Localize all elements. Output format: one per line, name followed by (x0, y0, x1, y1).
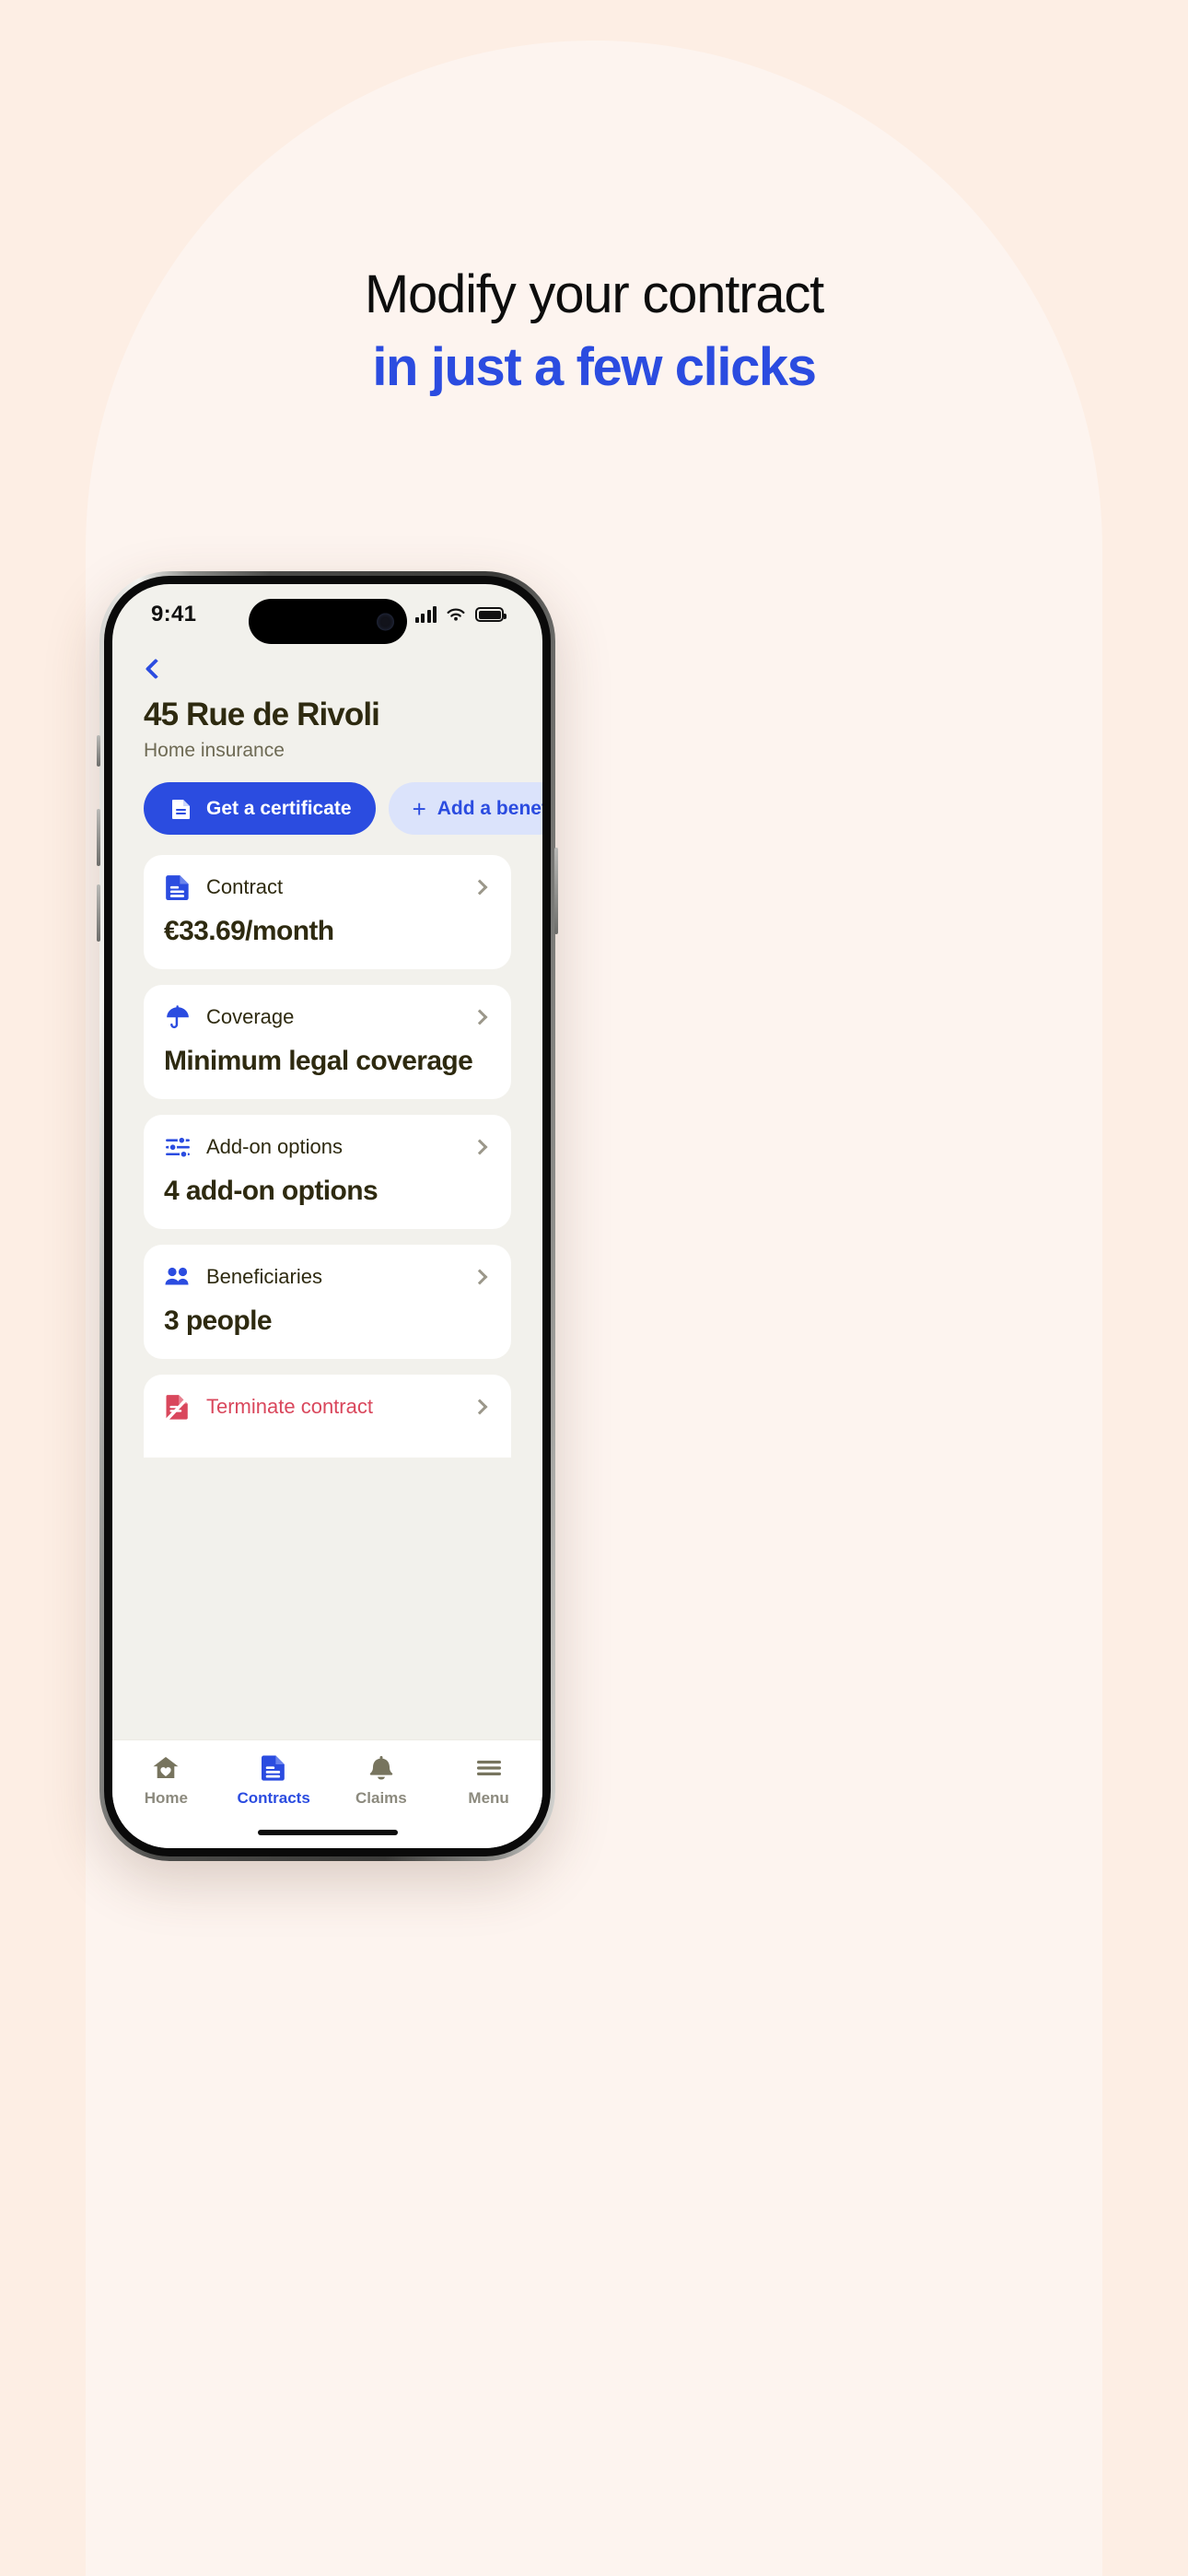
phone-body: 9:41 45 Rue de Rivoli Home insurance Get… (97, 571, 558, 1861)
tab-claims[interactable]: Claims (328, 1753, 436, 1808)
silent-switch[interactable] (97, 735, 100, 767)
cellular-signal-icon (414, 606, 437, 623)
chevron-right-icon (472, 1399, 488, 1415)
tab-menu[interactable]: Menu (435, 1753, 542, 1808)
wifi-icon (447, 608, 465, 621)
home-heart-icon (152, 1753, 180, 1782)
phone-bezel: 9:41 45 Rue de Rivoli Home insurance Get… (104, 576, 551, 1856)
umbrella-icon (164, 1003, 192, 1031)
back-button[interactable] (145, 658, 167, 680)
battery-full-icon (475, 607, 507, 622)
front-camera-icon (376, 613, 394, 630)
page-title: 45 Rue de Rivoli (144, 697, 380, 732)
promo-headline-line-1: Modify your contract (364, 264, 824, 324)
app-content: 45 Rue de Rivoli Home insurance Get a ce… (112, 645, 542, 1848)
chevron-right-icon (472, 1139, 488, 1155)
tab-contracts[interactable]: Contracts (220, 1753, 328, 1808)
document-icon (164, 873, 192, 901)
get-certificate-button[interactable]: Get a certificate (144, 782, 376, 835)
phone-screen: 9:41 45 Rue de Rivoli Home insurance Get… (112, 584, 542, 1848)
status-bar-indicators (414, 606, 507, 623)
promo-headline: Modify your contract in just a few click… (0, 263, 1188, 400)
tab-home-label: Home (144, 1789, 188, 1807)
plus-icon: + (412, 794, 426, 823)
power-button[interactable] (554, 848, 558, 934)
phone-mockup: 9:41 45 Rue de Rivoli Home insurance Get… (97, 571, 1092, 1861)
page-subtitle: Home insurance (144, 740, 285, 761)
coverage-card-label: Coverage (206, 1005, 295, 1028)
volume-down-button[interactable] (97, 884, 100, 942)
contract-card-value: €33.69/month (164, 916, 334, 946)
hamburger-icon (475, 1753, 503, 1782)
document-icon (168, 795, 195, 823)
add-beneficiary-label: Add a beneficiary (437, 797, 542, 819)
terminate-contract-label: Terminate contract (206, 1395, 373, 1418)
addon-options-card-value: 4 add-on options (164, 1176, 379, 1206)
document-cancel-icon (164, 1393, 192, 1421)
addon-options-card[interactable]: Add-on options 4 add-on options (144, 1115, 511, 1229)
terminate-contract-row[interactable]: Terminate contract (144, 1375, 511, 1458)
get-certificate-label: Get a certificate (206, 797, 352, 819)
tab-claims-label: Claims (355, 1789, 407, 1807)
dynamic-island (248, 599, 407, 644)
promo-headline-line-2: in just a few clicks (372, 337, 817, 398)
coverage-card-value: Minimum legal coverage (164, 1046, 473, 1076)
volume-up-button[interactable] (97, 809, 100, 866)
contract-detail-cards: Contract €33.69/month Coverage Minimum l… (112, 835, 542, 1359)
beneficiaries-card-value: 3 people (164, 1306, 273, 1336)
coverage-card[interactable]: Coverage Minimum legal coverage (144, 985, 511, 1099)
tab-contracts-label: Contracts (237, 1789, 310, 1807)
status-bar: 9:41 (112, 584, 542, 645)
chevron-right-icon (472, 1269, 488, 1285)
document-icon (262, 1753, 285, 1782)
bell-icon (368, 1753, 394, 1782)
chevron-right-icon (472, 879, 488, 896)
navigation-bar (112, 645, 542, 680)
home-indicator[interactable] (257, 1830, 398, 1835)
contract-card-label: Contract (206, 875, 284, 898)
addon-options-card-label: Add-on options (206, 1135, 343, 1158)
beneficiaries-card-label: Beneficiaries (206, 1265, 322, 1288)
people-icon (164, 1263, 192, 1291)
sliders-icon (164, 1133, 192, 1161)
chevron-right-icon (472, 1009, 488, 1025)
contract-card[interactable]: Contract €33.69/month (144, 855, 511, 969)
tab-home[interactable]: Home (112, 1753, 220, 1808)
add-beneficiary-button[interactable]: + Add a beneficiary (388, 782, 542, 835)
tab-menu-label: Menu (468, 1789, 509, 1807)
status-bar-time: 9:41 (151, 602, 197, 626)
quick-actions-row[interactable]: Get a certificate + Add a beneficiary (112, 762, 542, 835)
beneficiaries-card[interactable]: Beneficiaries 3 people (144, 1245, 511, 1359)
